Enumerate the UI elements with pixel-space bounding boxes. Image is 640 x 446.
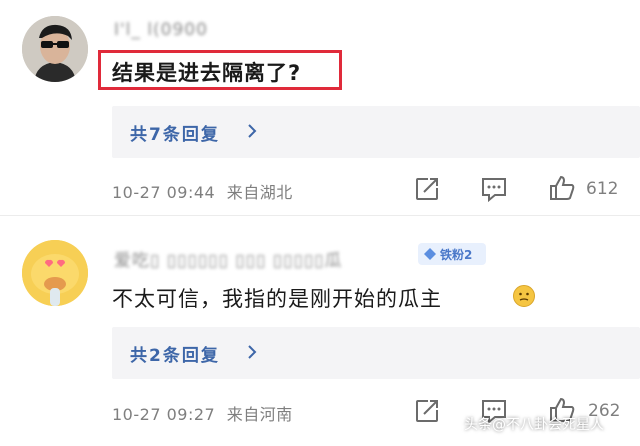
comment-icon[interactable]: [480, 176, 508, 202]
watermark: 头条@不八卦会死星人: [464, 417, 604, 433]
user-photo-icon: [22, 16, 88, 82]
chevron-right-icon: [248, 124, 257, 138]
comment-location: 来自湖北: [226, 183, 293, 202]
comment-date: 10-27 09:27: [112, 405, 216, 424]
like-count: 612: [586, 179, 619, 199]
comment-text: 不太可信，我指的是刚开始的瓜主: [112, 283, 442, 313]
avatar-user-1[interactable]: [22, 16, 88, 82]
replies-box[interactable]: 共7条回复: [112, 106, 640, 158]
comment-meta: 10-27 09:27 来自河南: [112, 401, 293, 425]
replies-link[interactable]: 共7条回复: [130, 120, 220, 145]
like-icon[interactable]: [548, 174, 576, 202]
comment-date: 10-27 09:44: [112, 183, 216, 202]
comment-text-content: 不太可信，我指的是刚开始的瓜主: [112, 287, 442, 311]
diamond-icon: [424, 248, 436, 260]
comment-meta: 10-27 09:44 来自湖北: [112, 179, 293, 203]
fan-badge: 铁粉2: [418, 243, 486, 265]
comment-text: 结果是进去隔离了?: [112, 61, 302, 85]
comment-divider: [0, 215, 640, 216]
comment-location: 来自河南: [226, 405, 293, 424]
cartoon-avatar-icon: [22, 240, 88, 306]
replies-link[interactable]: 共2条回复: [130, 341, 220, 366]
avatar-user-2[interactable]: [22, 240, 88, 306]
share-icon[interactable]: [414, 398, 440, 424]
thinking-emoji-icon: [513, 285, 535, 307]
replies-box[interactable]: 共2条回复: [112, 327, 640, 379]
username[interactable]: I'l_ l(0900: [114, 20, 208, 40]
share-icon[interactable]: [414, 176, 440, 202]
fan-badge-label: 铁粉2: [440, 248, 473, 262]
username[interactable]: 爱吃▯ ▯▯▯▯▯▯ ▯▯▯ ▯▯▯▯▯瓜: [114, 246, 343, 271]
chevron-right-icon: [248, 345, 257, 359]
